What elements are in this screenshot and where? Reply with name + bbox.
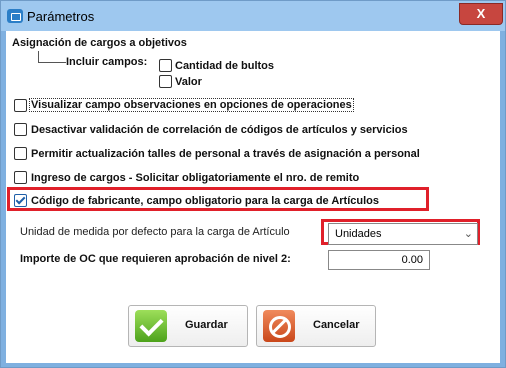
- close-button[interactable]: X: [459, 3, 503, 25]
- guardar-button[interactable]: Guardar: [128, 305, 248, 347]
- include-fields-label: Incluir campos:: [66, 56, 148, 68]
- chevron-down-icon[interactable]: ⌄: [464, 227, 473, 240]
- cantidad-bultos-label: Cantidad de bultos: [175, 60, 274, 72]
- correlacion-label: Desactivar validación de correlación de …: [31, 124, 408, 136]
- unidad-medida-select[interactable]: Unidades ⌄: [328, 223, 478, 245]
- dialog-body: Asignación de cargos a objetivos Incluir…: [6, 31, 500, 363]
- cancelar-button[interactable]: Cancelar: [256, 305, 376, 347]
- valor-label: Valor: [175, 76, 202, 88]
- parametros-window: Parámetros X Asignación de cargos a obje…: [0, 0, 506, 368]
- cantidad-bultos-checkbox[interactable]: [159, 59, 172, 72]
- window-title: Parámetros: [27, 9, 95, 24]
- importe-oc-input[interactable]: 0.00: [328, 250, 430, 270]
- guardar-label: Guardar: [185, 319, 228, 331]
- fabricante-checkbox[interactable]: [14, 194, 27, 207]
- fabricante-label: Código de fabricante, campo obligatorio …: [31, 195, 379, 207]
- tree-connector: [38, 51, 39, 62]
- assignment-heading: Asignación de cargos a objetivos: [12, 37, 187, 49]
- observaciones-label: Visualizar campo observaciones en opcion…: [29, 98, 354, 112]
- remito-label: Ingreso de cargos - Solicitar obligatori…: [31, 172, 360, 184]
- checkmark-icon: [135, 310, 167, 342]
- talles-checkbox[interactable]: [14, 147, 27, 160]
- talles-label: Permitir actualización talles de persona…: [31, 148, 420, 160]
- app-icon: [7, 9, 23, 23]
- unidad-medida-value: Unidades: [335, 228, 382, 240]
- valor-checkbox[interactable]: [159, 75, 172, 88]
- correlacion-checkbox[interactable]: [14, 123, 27, 136]
- remito-checkbox[interactable]: [14, 171, 27, 184]
- tree-connector-h: [38, 62, 66, 63]
- importe-oc-value: 0.00: [401, 254, 423, 266]
- importe-oc-label: Importe de OC que requieren aprobación d…: [20, 253, 291, 265]
- cancelar-label: Cancelar: [313, 319, 360, 331]
- title-bar[interactable]: Parámetros X: [1, 1, 505, 31]
- unidad-medida-label: Unidad de medida por defecto para la car…: [20, 226, 290, 238]
- observaciones-checkbox[interactable]: [14, 99, 27, 112]
- cancel-icon: [263, 310, 295, 342]
